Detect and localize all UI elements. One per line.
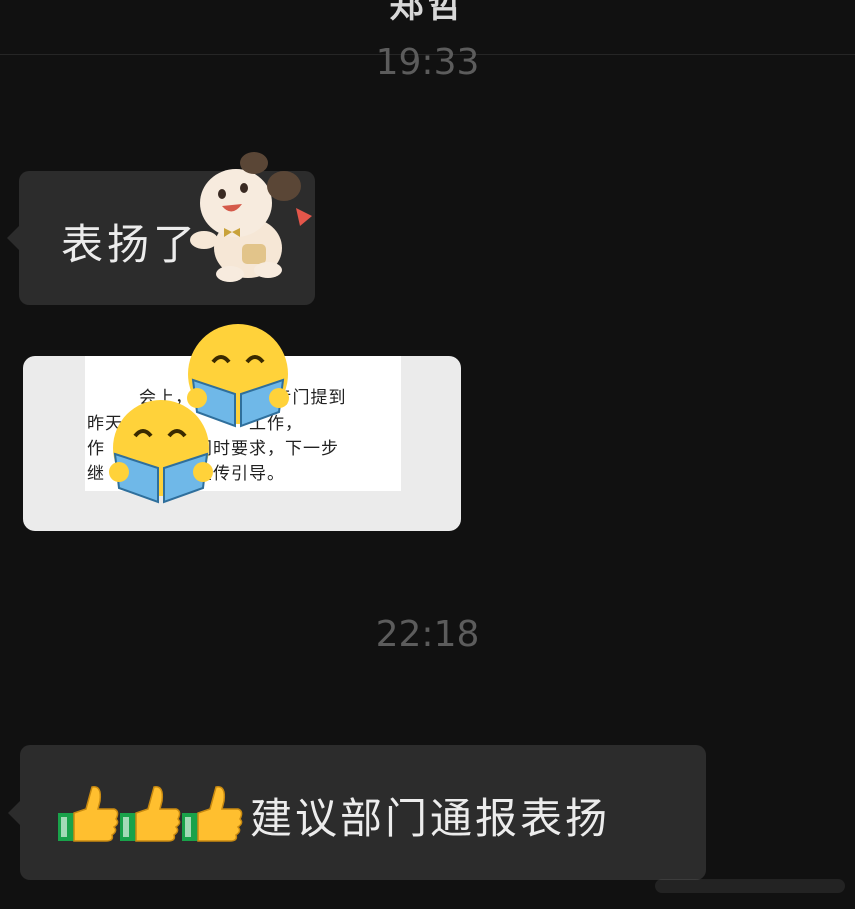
- timestamp: 22:18: [375, 614, 480, 655]
- thumbs-up-icon: [58, 786, 243, 842]
- message-bubble[interactable]: 建议部门通报表扬: [8, 745, 706, 880]
- reading-emoji-icon: [109, 400, 213, 504]
- message-text: 表扬了: [61, 220, 200, 269]
- dog-sticker-icon: [190, 152, 312, 282]
- message-text: 建议部门通报表扬: [250, 794, 611, 843]
- timestamp: 19:33: [375, 42, 480, 83]
- chat-title: 郑哲: [389, 0, 466, 26]
- watermark-icon: [655, 879, 845, 893]
